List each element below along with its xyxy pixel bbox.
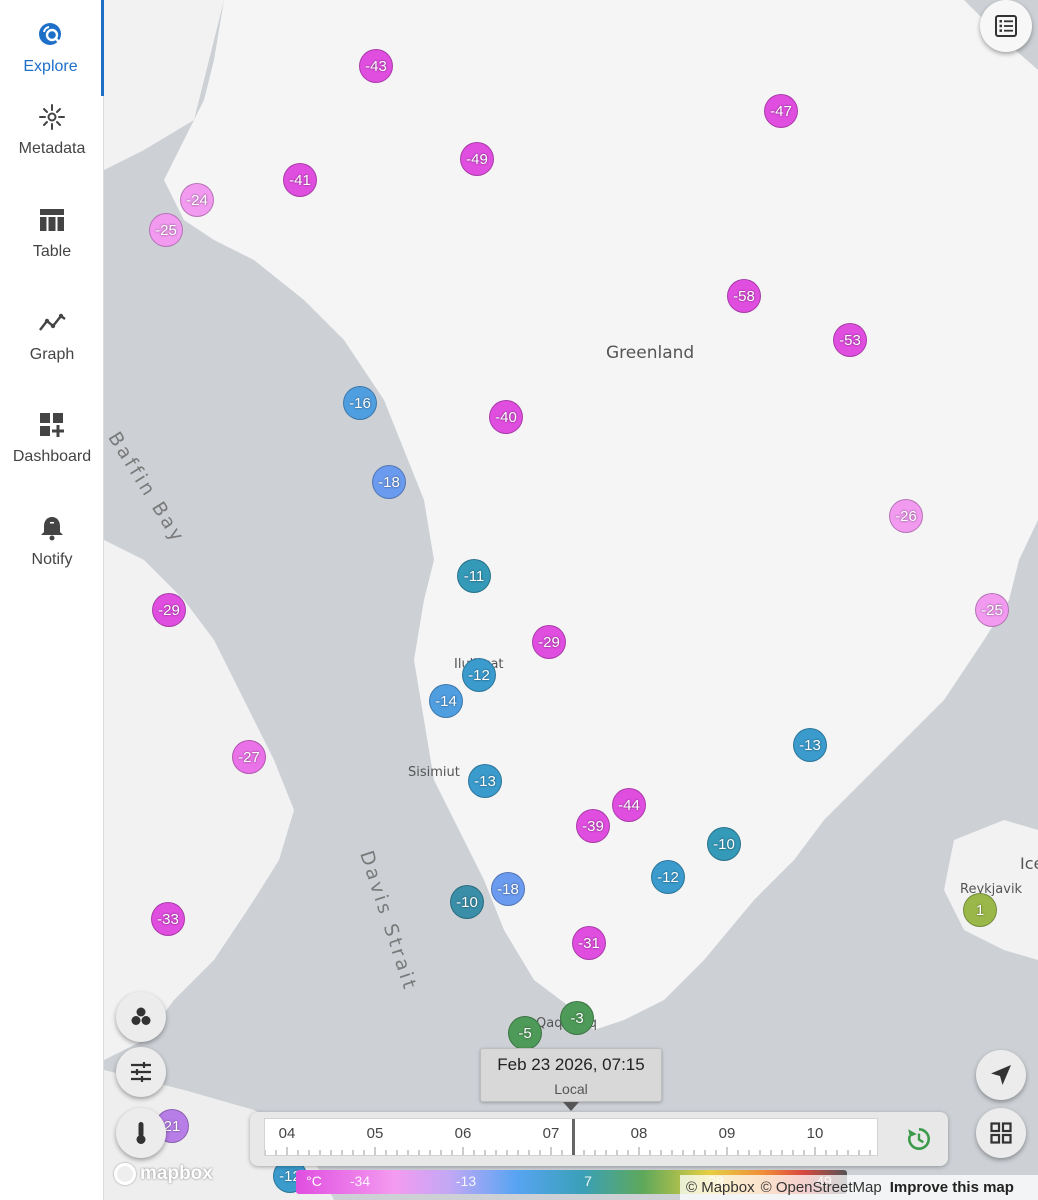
legend-unit: °C <box>306 1173 322 1189</box>
station-marker[interactable]: -41 <box>283 163 317 197</box>
time-tooltip-datetime: Feb 23 2026, 07:15 <box>497 1055 645 1074</box>
station-marker[interactable]: -3 <box>560 1001 594 1035</box>
reset-time-button[interactable] <box>902 1122 936 1156</box>
list-view-button[interactable] <box>980 0 1032 52</box>
station-marker[interactable]: -43 <box>359 49 393 83</box>
sidebar-item-label: Table <box>32 243 72 260</box>
sliders-icon <box>131 1062 151 1082</box>
layers-button[interactable] <box>116 992 166 1042</box>
sidebar-item-label: Notify <box>31 551 73 568</box>
station-marker[interactable]: -5 <box>508 1016 542 1050</box>
place-label-iceland: Ice <box>1020 854 1038 873</box>
timeline-bar: 04 05 06 07 08 09 10 <box>250 1112 948 1166</box>
sidebar-item-dashboard[interactable]: Dashboard <box>0 390 104 486</box>
station-marker[interactable]: -12 <box>462 658 496 692</box>
station-marker[interactable]: -26 <box>889 499 923 533</box>
place-label-greenland: Greenland <box>606 343 695 363</box>
bell-icon <box>41 517 63 541</box>
station-marker[interactable]: -14 <box>429 684 463 718</box>
station-marker[interactable]: -44 <box>612 788 646 822</box>
grid-icon <box>990 1122 1012 1144</box>
station-marker[interactable]: -31 <box>572 926 606 960</box>
time-tick-label: 10 <box>806 1125 824 1142</box>
station-marker[interactable]: -39 <box>576 809 610 843</box>
sidebar-item-label: Explore <box>23 58 78 75</box>
station-marker[interactable]: -27 <box>232 740 266 774</box>
layers-icon <box>131 1007 151 1025</box>
station-marker[interactable]: -29 <box>532 625 566 659</box>
station-marker[interactable]: -25 <box>975 593 1009 627</box>
station-marker[interactable]: -10 <box>450 885 484 919</box>
mapbox-logo[interactable]: mapbox <box>114 1163 213 1185</box>
time-tooltip-arrow <box>563 1102 579 1111</box>
station-marker[interactable]: -18 <box>372 465 406 499</box>
station-marker[interactable]: -16 <box>343 386 377 420</box>
station-marker[interactable]: -12 <box>651 860 685 894</box>
sidebar-item-metadata[interactable]: Metadata <box>0 82 104 178</box>
legend-label: 7 <box>584 1173 592 1189</box>
table-icon <box>40 209 64 231</box>
sidebar-item-label: Dashboard <box>12 448 92 465</box>
station-marker[interactable]: -53 <box>833 323 867 357</box>
station-marker[interactable]: -33 <box>151 902 185 936</box>
time-tick-label: 08 <box>630 1125 648 1142</box>
station-marker[interactable]: -58 <box>727 279 761 313</box>
attribution-osm-link[interactable]: © OpenStreetMap <box>761 1179 882 1196</box>
station-marker[interactable]: 1 <box>963 893 997 927</box>
time-tooltip: Feb 23 2026, 07:15 Local <box>480 1048 662 1102</box>
improve-map-link[interactable]: Improve this map <box>890 1179 1014 1196</box>
map-attribution: © Mapbox © OpenStreetMap Improve this ma… <box>680 1175 1038 1200</box>
station-marker[interactable]: -10 <box>707 827 741 861</box>
legend-label: -34 <box>349 1173 371 1189</box>
place-label-sisimiut: Sisimiut <box>408 765 460 780</box>
line-graph-icon <box>39 313 66 331</box>
sidebar-item-label: Graph <box>29 346 75 363</box>
thermometer-icon <box>136 1122 146 1144</box>
dashboard-add-icon <box>40 413 64 437</box>
legend-label: -13 <box>455 1173 477 1189</box>
filter-button[interactable] <box>116 1047 166 1097</box>
time-ruler[interactable]: 04 05 06 07 08 09 10 <box>264 1118 878 1156</box>
mapbox-logo-icon <box>114 1163 136 1185</box>
sidebar: Explore Metadata Table Graph Dashboard N… <box>0 0 104 1200</box>
time-tick-label: 04 <box>278 1125 296 1142</box>
history-icon <box>908 1128 930 1150</box>
explore-search-icon <box>38 23 61 45</box>
mapbox-logo-text: mapbox <box>140 1163 213 1184</box>
time-cursor[interactable] <box>572 1119 575 1155</box>
map-canvas[interactable]: Greenland Baffin Bay Davis Strait Sisimi… <box>104 0 1038 1200</box>
locate-button[interactable] <box>976 1050 1026 1100</box>
station-marker[interactable]: -25 <box>149 213 183 247</box>
sidebar-item-graph[interactable]: Graph <box>0 288 104 384</box>
grid-view-button[interactable] <box>976 1108 1026 1158</box>
time-tick-label: 06 <box>454 1125 472 1142</box>
time-tick-label: 07 <box>542 1125 560 1142</box>
station-marker[interactable]: -18 <box>491 872 525 906</box>
place-label-reykjavik: Reykjavik <box>960 882 1023 897</box>
sidebar-item-label: Metadata <box>18 140 86 157</box>
time-tick-label: 09 <box>718 1125 736 1142</box>
station-marker[interactable]: -13 <box>793 728 827 762</box>
sidebar-item-table[interactable]: Table <box>0 185 104 281</box>
navigation-arrow-icon <box>991 1065 1011 1085</box>
station-marker[interactable]: -47 <box>764 94 798 128</box>
sparkle-icon <box>39 104 65 130</box>
station-marker[interactable]: -11 <box>457 559 491 593</box>
station-marker[interactable]: -49 <box>460 142 494 176</box>
station-marker[interactable]: -13 <box>468 764 502 798</box>
time-tick-label: 05 <box>366 1125 384 1142</box>
attribution-mapbox-link[interactable]: © Mapbox <box>686 1179 755 1196</box>
station-marker[interactable]: -24 <box>180 183 214 217</box>
temperature-button[interactable] <box>116 1108 166 1158</box>
time-tooltip-zone: Local <box>554 1081 588 1097</box>
station-marker[interactable]: -29 <box>152 593 186 627</box>
sidebar-item-notify[interactable]: Notify <box>0 493 104 589</box>
station-marker[interactable]: -40 <box>489 400 523 434</box>
list-icon <box>995 15 1017 37</box>
